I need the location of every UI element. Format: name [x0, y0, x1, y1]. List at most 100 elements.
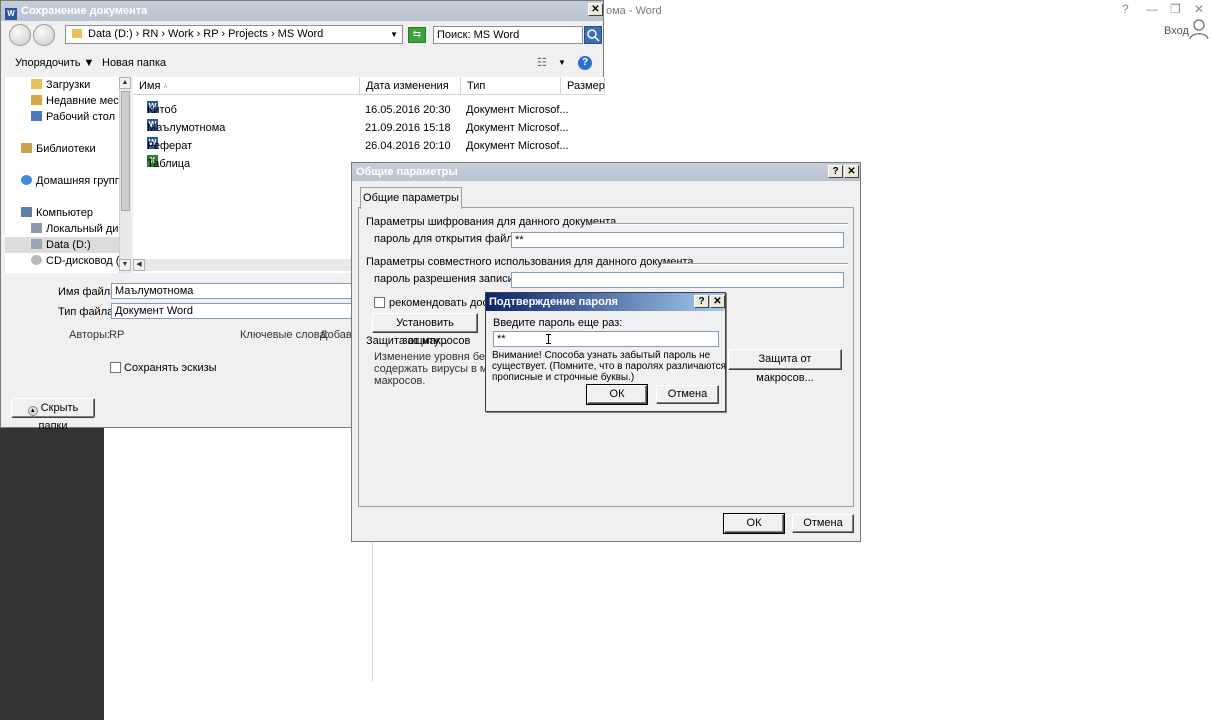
dialog-toolbar: Упорядочить ▼ Новая папка ☷ ▼ ?	[1, 53, 605, 73]
scrollbar-thumb[interactable]	[121, 91, 130, 211]
refresh-icon[interactable]: ⇆	[408, 27, 426, 43]
file-row[interactable]: W Маълумотнома 21.09.2016 15:18 Документ …	[133, 119, 605, 137]
column-header-size[interactable]: Размер	[561, 77, 605, 95]
drive-icon	[31, 239, 42, 249]
tree-item-data-drive[interactable]: Data (D:)	[5, 237, 119, 253]
column-header-date[interactable]: Дата изменения	[360, 77, 461, 95]
file-name: Таблица	[147, 158, 191, 170]
column-header-type[interactable]: Тип	[461, 77, 561, 95]
tree-item-label: Загрузки	[46, 79, 91, 91]
scroll-left-icon[interactable]: ◀	[133, 259, 145, 271]
file-name: Китоб	[147, 104, 177, 116]
search-input[interactable]: Поиск: MS Word	[433, 26, 583, 44]
sign-in-link[interactable]: Вход	[1164, 25, 1189, 37]
tree-item-computer[interactable]: Компьютер	[21, 205, 93, 221]
restore-icon[interactable]: ❐	[1170, 2, 1181, 16]
warning-line-1: Внимание! Способа узнать забытый пароль …	[492, 350, 711, 361]
thumbnails-checkbox[interactable]	[110, 362, 121, 373]
chevron-up-icon: ▲	[27, 406, 38, 416]
address-bar[interactable]: Data (D:) › RN › Work › RP › Projects › …	[65, 25, 403, 44]
help-icon[interactable]: ?	[578, 56, 592, 70]
minimize-icon[interactable]: —	[1146, 2, 1158, 16]
macro-security-button[interactable]: Защита от макросов...	[728, 349, 842, 384]
tree-item-label: Библиотеки	[36, 143, 96, 155]
divider	[592, 223, 848, 225]
column-header-name[interactable]: Имя ˄	[133, 77, 360, 95]
organize-menu[interactable]: Упорядочить ▼	[15, 57, 94, 69]
tab-general-options[interactable]: Общие параметры	[360, 187, 462, 209]
macro-group-title: Защита от макросов	[366, 335, 471, 347]
new-folder-button[interactable]: Новая папка	[102, 57, 166, 69]
close-icon[interactable]: ✕	[710, 295, 725, 308]
filetype-label: Тип файла:	[58, 306, 117, 318]
keywords-label: Ключевые слова:	[240, 329, 329, 341]
user-avatar-icon[interactable]	[1188, 18, 1210, 40]
sharing-group-title: Параметры совместного использования для …	[366, 256, 694, 268]
tree-item-downloads[interactable]: Загрузки	[31, 77, 90, 93]
divider	[662, 263, 848, 265]
computer-icon	[21, 207, 32, 217]
forward-button[interactable]	[33, 24, 55, 46]
confirm-cancel-button[interactable]: Отмена	[656, 385, 719, 404]
tree-item-label: Data (D:)	[46, 239, 91, 251]
recommend-readonly-checkbox[interactable]	[374, 297, 385, 308]
write-password-label: пароль разрешения записи:	[374, 273, 517, 285]
tree-item-local-disk[interactable]: Локальный диск	[31, 221, 129, 237]
scroll-up-icon[interactable]: ▲	[119, 77, 131, 89]
confirm-ok-button[interactable]: ОК	[586, 384, 648, 405]
search-icon[interactable]	[584, 26, 602, 44]
chevron-down-icon[interactable]: ▼	[390, 26, 398, 43]
authors-value[interactable]: RP	[109, 329, 124, 341]
tree-item-homegroup[interactable]: Домашняя группа	[21, 173, 127, 189]
text-cursor-icon	[546, 334, 551, 344]
local-disk-icon	[31, 223, 42, 233]
cd-drive-icon	[31, 255, 42, 265]
options-ok-button[interactable]: ОК	[723, 513, 785, 534]
file-row[interactable]: W Китоб 16.05.2016 20:30 Документ Microso…	[133, 101, 605, 119]
authors-label: Авторы:	[69, 329, 111, 341]
reenter-password-label: Введите пароль еще раз:	[493, 317, 623, 329]
folder-icon	[72, 29, 82, 38]
close-icon[interactable]: ✕	[844, 165, 859, 178]
word-divider	[372, 540, 373, 682]
tree-scrollbar[interactable]: ▲ ▼	[119, 77, 131, 273]
file-type: Документ Microsof...	[466, 140, 569, 152]
close-icon[interactable]: ✕	[1194, 2, 1204, 16]
tree-item-recent[interactable]: Недавние места	[31, 93, 130, 109]
options-dialog-title: Общие параметры	[356, 166, 458, 178]
hide-folders-button[interactable]: ▲ Скрыть папки	[11, 398, 95, 432]
filetype-select[interactable]: Документ Word	[111, 303, 356, 319]
tree-item-cd-drive[interactable]: CD-дисковод (G	[31, 253, 128, 269]
save-dialog-title: Сохранение документа	[21, 5, 148, 17]
help-icon[interactable]: ?	[1122, 2, 1129, 16]
help-icon[interactable]: ?	[694, 295, 709, 308]
open-password-label: пароль для открытия файла:	[374, 233, 522, 245]
file-name: Реферат	[147, 140, 193, 152]
encryption-group-title: Параметры шифрования для данного докумен…	[366, 216, 617, 228]
column-header-label: Имя	[139, 80, 161, 92]
filename-input[interactable]: Маълумотнома	[111, 283, 356, 299]
protect-document-button[interactable]: Установить защиту...	[372, 313, 478, 347]
back-button[interactable]	[9, 24, 31, 46]
sort-arrow-icon: ˄	[163, 84, 168, 91]
file-date: 26.04.2016 20:10	[365, 140, 451, 152]
tree-item-desktop[interactable]: Рабочий стол	[31, 109, 115, 125]
confirm-password-input[interactable]: **	[493, 331, 719, 347]
scroll-down-icon[interactable]: ▼	[119, 259, 131, 271]
tree-item-libraries[interactable]: Библиотеки	[21, 141, 96, 157]
views-icon[interactable]: ☷	[537, 56, 547, 69]
options-cancel-button[interactable]: Отмена	[792, 514, 854, 533]
word-window-title: ома - Word	[606, 5, 662, 17]
chevron-down-icon[interactable]: ▼	[558, 58, 566, 67]
write-password-input[interactable]	[511, 272, 844, 288]
tree-item-label: Рабочий стол	[46, 111, 116, 123]
recent-places-icon	[31, 95, 42, 105]
macro-description-line-1: Изменение уровня безо	[374, 351, 496, 363]
file-row[interactable]: W Реферат 26.04.2016 20:10 Документ Micro…	[133, 137, 605, 155]
confirm-dialog-titlebar: Подтверждение пароля ? ✕	[486, 293, 725, 311]
open-password-input[interactable]: **	[511, 232, 844, 248]
help-icon[interactable]: ?	[828, 165, 843, 178]
close-icon[interactable]: ✕	[588, 3, 603, 16]
desktop-icon	[31, 111, 42, 121]
recommend-readonly-label: рекомендовать досту	[389, 297, 499, 309]
